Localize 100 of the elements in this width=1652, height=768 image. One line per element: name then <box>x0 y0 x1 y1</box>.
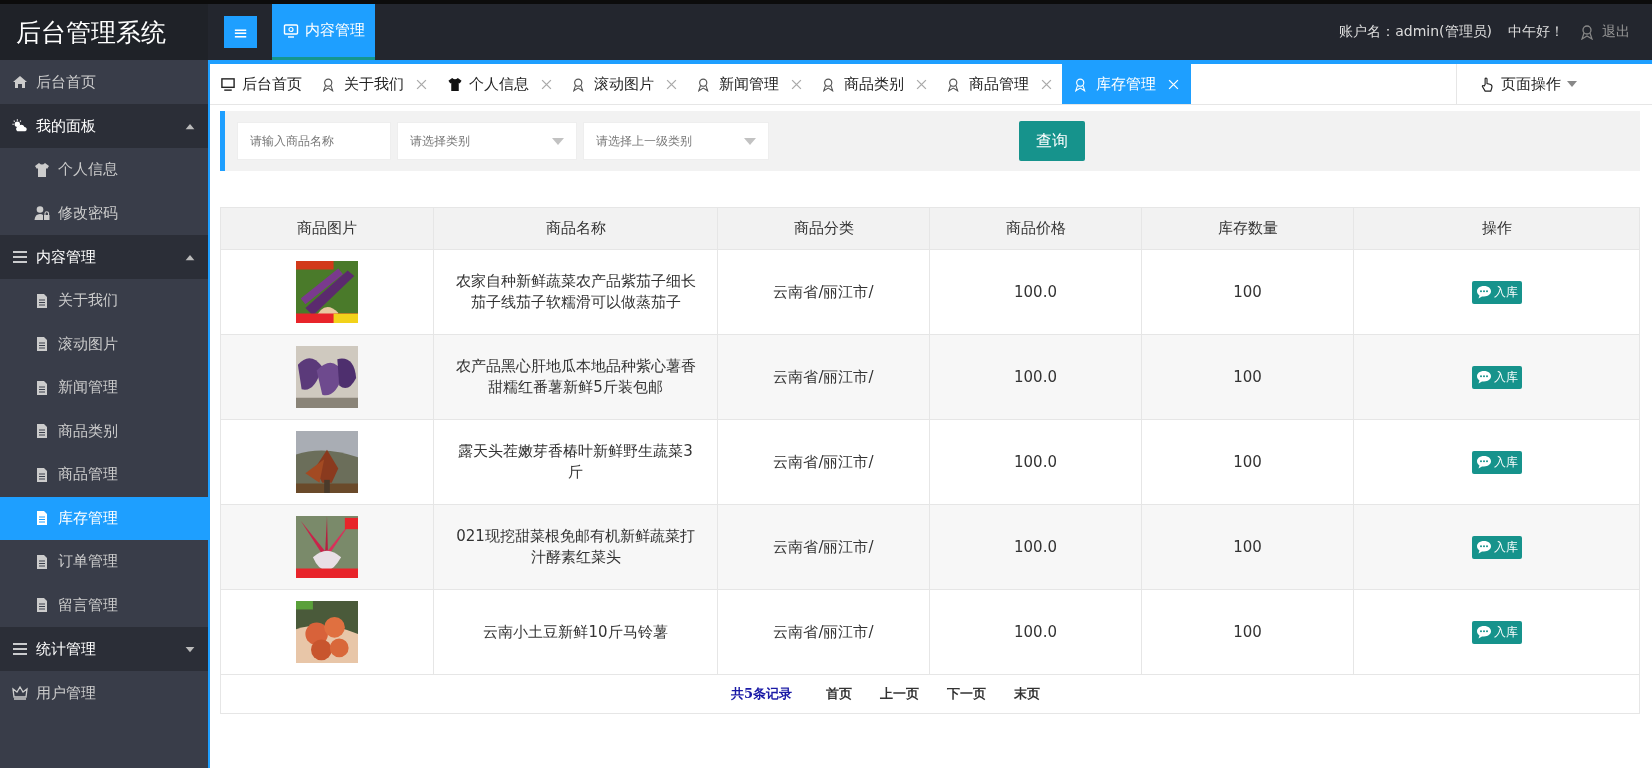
category-text: 云南省/丽江市/ <box>773 367 874 387</box>
document-icon <box>34 292 50 309</box>
caret-down-icon <box>552 137 564 145</box>
crown-icon <box>12 685 28 701</box>
stock-in-button[interactable]: 入库 <box>1471 535 1522 559</box>
price-text: 100.0 <box>1014 623 1057 641</box>
stock-text: 100 <box>1233 453 1262 471</box>
stock-in-button[interactable]: 入库 <box>1471 620 1522 644</box>
record-count: 共5条记录 <box>731 685 793 703</box>
document-icon <box>34 379 50 396</box>
category-text: 云南省/丽江市/ <box>773 282 874 302</box>
caret-down-icon <box>184 645 196 653</box>
sidebar-subitem[interactable]: 新闻管理 <box>0 366 208 410</box>
document-icon <box>34 336 50 353</box>
close-icon[interactable] <box>541 78 552 90</box>
pagination-link[interactable]: 下一页 <box>947 685 987 703</box>
stock-in-button[interactable]: 入库 <box>1471 450 1522 474</box>
chat-bubble-icon <box>1475 370 1492 384</box>
price-text: 100.0 <box>1014 538 1057 556</box>
document-icon <box>34 466 50 483</box>
page-tab[interactable]: 新闻管理 <box>687 64 812 104</box>
stock-text: 100 <box>1233 283 1262 301</box>
stock-text: 100 <box>1233 368 1262 386</box>
page-tab[interactable]: 滚动图片 <box>562 64 687 104</box>
category-text: 云南省/丽江市/ <box>773 622 874 642</box>
price-text: 100.0 <box>1014 453 1057 471</box>
sidebar-subitem[interactable]: 留言管理 <box>0 583 208 627</box>
monitor-icon <box>282 22 300 39</box>
document-icon <box>34 510 50 527</box>
category-text: 云南省/丽江市/ <box>773 537 874 557</box>
logout-link[interactable]: 退出 <box>1580 23 1630 41</box>
pagination-link[interactable]: 上一页 <box>880 685 920 703</box>
sidebar-item[interactable]: 我的面板 <box>0 104 208 148</box>
page-tab[interactable]: 关于我们 <box>312 64 437 104</box>
page-tab[interactable]: 后台首页 <box>210 64 312 104</box>
chat-bubble-icon <box>1475 625 1492 639</box>
document-icon <box>34 423 50 440</box>
product-name: 云南小土豆新鲜10斤马铃薯 <box>482 621 669 643</box>
document-icon <box>34 553 50 570</box>
sidebar-subitem[interactable]: 修改密码 <box>0 191 208 235</box>
stock-text: 100 <box>1233 623 1262 641</box>
close-icon[interactable] <box>791 78 802 90</box>
caret-down-icon <box>1567 81 1577 87</box>
user-lock-icon <box>34 205 50 222</box>
close-icon[interactable] <box>1041 78 1052 90</box>
menu-icon <box>12 641 28 657</box>
page-tab[interactable]: 个人信息 <box>437 64 562 104</box>
column-header: 商品价格 <box>929 208 1141 249</box>
caret-down-icon <box>744 137 756 145</box>
product-name: 021现挖甜菜根免邮有机新鲜蔬菜打汁酵素红菜头 <box>455 526 696 568</box>
shirt-icon <box>447 76 463 92</box>
menu-icon <box>12 249 28 265</box>
sidebar-subitem[interactable]: 滚动图片 <box>0 322 208 366</box>
column-header: 商品分类 <box>717 208 929 249</box>
query-button[interactable]: 查询 <box>1019 121 1085 161</box>
cloud-sun-icon <box>12 118 28 134</box>
pagination-link[interactable]: 首页 <box>826 685 853 703</box>
caret-up-icon <box>184 253 196 261</box>
sidebar-subitem[interactable]: 关于我们 <box>0 279 208 323</box>
hand-pointer-icon <box>1479 76 1495 92</box>
monitor-icon <box>220 76 236 92</box>
price-text: 100.0 <box>1014 368 1057 386</box>
product-name: 露天头茬嫩芽香椿叶新鲜野生蔬菜3斤 <box>457 441 694 483</box>
stock-text: 100 <box>1233 538 1262 556</box>
caret-up-icon <box>184 122 196 130</box>
sidebar-item[interactable]: 内容管理 <box>0 235 208 279</box>
account-label: 账户名：admin(管理员) <box>1339 23 1492 41</box>
chat-bubble-icon <box>1475 285 1492 299</box>
column-header: 商品名称 <box>433 208 717 249</box>
price-text: 100.0 <box>1014 283 1057 301</box>
page-tab[interactable]: 商品类别 <box>812 64 937 104</box>
column-header: 库存数量 <box>1141 208 1353 249</box>
sidebar-item[interactable]: 后台首页 <box>0 60 208 104</box>
stock-in-button[interactable]: 入库 <box>1471 365 1522 389</box>
pagination-link[interactable]: 末页 <box>1014 685 1041 703</box>
close-icon[interactable] <box>416 78 427 90</box>
column-header: 操作 <box>1353 208 1639 249</box>
stock-in-button[interactable]: 入库 <box>1471 280 1522 304</box>
column-header: 商品图片 <box>296 218 358 239</box>
product-name: 农产品黑心肝地瓜本地品种紫心薯香甜糯红番薯新鲜5斤装包邮 <box>454 356 697 398</box>
document-icon <box>34 597 50 614</box>
page-tab[interactable]: 商品管理 <box>937 64 1062 104</box>
sidebar-subitem[interactable]: 商品类别 <box>0 409 208 453</box>
product-name: 农家自种新鲜蔬菜农产品紫茄子细长茄子线茄子软糯滑可以做蒸茄子 <box>454 271 697 313</box>
sidebar-item[interactable]: 统计管理 <box>0 627 208 671</box>
sidebar-item[interactable]: 用户管理 <box>0 671 208 715</box>
sidebar-subitem[interactable]: 商品管理 <box>0 453 208 497</box>
shirt-icon <box>34 161 50 178</box>
close-icon[interactable] <box>916 78 927 90</box>
home-icon <box>12 74 28 90</box>
category-select[interactable]: 请选择类别 <box>397 122 577 160</box>
category-text: 云南省/丽江市/ <box>773 452 874 472</box>
chat-bubble-icon <box>1475 540 1492 554</box>
app-title: 后台管理系统 <box>0 4 208 60</box>
parent-category-select[interactable]: 请选择上一级类别 <box>583 122 769 160</box>
sidebar-subitem[interactable]: 订单管理 <box>0 540 208 584</box>
product-name-field[interactable]: 请输入商品名称 <box>237 122 391 160</box>
chat-bubble-icon <box>1475 455 1492 469</box>
close-icon[interactable] <box>666 78 677 90</box>
sidebar-subitem[interactable]: 个人信息 <box>0 148 208 192</box>
